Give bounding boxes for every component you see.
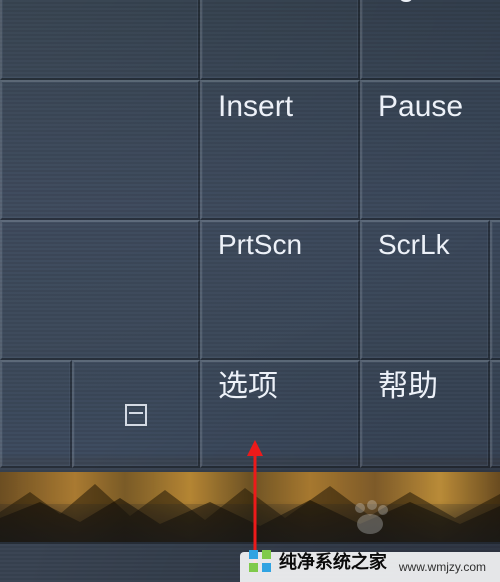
watermark-url: www.wmjzy.com [399,560,486,574]
key-blank-3[interactable] [0,360,72,468]
key-options[interactable]: 选项 [200,360,360,468]
key-pgdn[interactable]: PgDn [360,0,500,80]
key-insert[interactable]: Insert [200,80,360,220]
tray-icon-ghost [350,500,390,536]
key-label: Pause [378,90,463,123]
watermark: 纯净系统之家 www.wmjzy.com [243,546,492,576]
key-label: PrtScn [218,229,302,260]
key-scrlk[interactable]: ScrLk [360,220,490,360]
on-screen-keyboard: Del End PgDn Insert Pause PrtScn ScrLk 使 [0,0,500,472]
key-help[interactable]: 帮助 [360,360,490,468]
key-label: 帮助 [378,370,438,403]
key-pause[interactable]: Pause [360,80,500,220]
key-dock[interactable] [72,360,200,468]
key-label: End [218,0,271,3]
key-blank-1[interactable] [0,80,200,220]
taskbar[interactable] [0,504,500,544]
screen-photo: Del End PgDn Insert Pause PrtScn ScrLk 使 [0,0,500,582]
key-label: PgDn [378,0,453,3]
key-prtscn[interactable]: PrtScn [200,220,360,360]
key-label: ScrLk [378,229,450,260]
key-partial-right-2[interactable]: 淡 [490,360,500,468]
window-restore-icon [125,404,147,426]
key-del[interactable]: Del [0,0,200,80]
key-end[interactable]: End [200,0,360,80]
key-label: 选项 [218,370,278,403]
key-label: Del [18,0,63,3]
key-label: Insert [218,90,293,123]
windows-tiles-icon [249,550,271,572]
key-partial-right-1[interactable]: 使 [490,220,500,360]
watermark-brand: 纯净系统之家 [279,548,387,574]
key-blank-2[interactable] [0,220,200,360]
